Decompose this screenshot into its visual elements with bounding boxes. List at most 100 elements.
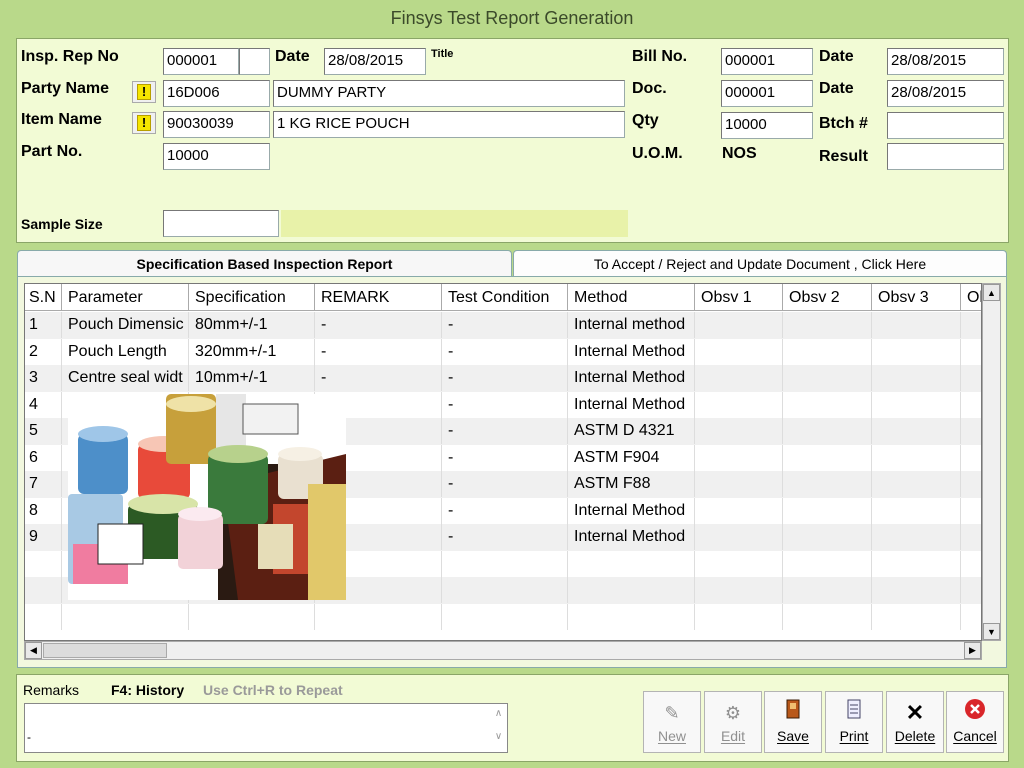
cell-observation[interactable] [695,365,783,391]
cell-remark[interactable]: - [315,365,442,391]
cell-remark[interactable]: - [315,338,442,365]
scroll-up-icon[interactable]: ∧ [490,708,507,719]
cell-observation[interactable] [872,391,961,418]
cell-sn[interactable]: 5 [25,418,62,444]
cell-observation[interactable] [872,603,961,630]
insp-rep-no-field[interactable]: 000001 [163,48,239,75]
cell-observation[interactable] [961,339,981,365]
cell-observation[interactable] [872,471,961,497]
cell-observation[interactable] [695,391,783,418]
bill-date-field[interactable]: 28/08/2015 [887,48,1004,75]
btch-field[interactable] [887,112,1004,139]
cell-method[interactable]: ASTM F904 [568,444,695,471]
cell-sn[interactable] [25,550,62,577]
cell-observation[interactable] [783,550,872,577]
cell-observation[interactable] [783,471,872,497]
cell-observation[interactable] [872,550,961,577]
table-row[interactable]: 3 Centre seal widt 10mm+/-1- - Internal Meth… [25,365,981,392]
insp-rep-no-suffix-field[interactable] [239,48,270,75]
cell-observation[interactable] [695,312,783,338]
cell-method[interactable]: ASTM F88 [568,471,695,497]
edit-button[interactable]: ⚙ Edit [704,691,762,753]
cell-cond[interactable] [442,577,568,603]
cell-method[interactable]: Internal Method [568,338,695,365]
cell-cond[interactable]: - [442,338,568,365]
scroll-down-icon[interactable]: ▼ [983,623,1000,640]
cell-observation[interactable] [783,524,872,550]
cell-observation[interactable] [783,577,872,603]
save-button[interactable]: Save [764,691,822,753]
scroll-right-icon[interactable]: ▶ [964,642,981,659]
column-header-obsv3[interactable]: Obsv 3 [872,284,961,311]
column-header-obsv1[interactable]: Obsv 1 [695,284,783,311]
party-name-field[interactable]: DUMMY PARTY [273,80,625,107]
column-header-sn[interactable]: S.N [25,284,62,311]
cell-cond[interactable] [442,550,568,577]
cell-observation[interactable] [961,418,981,444]
cell-method[interactable]: Internal Method [568,497,695,524]
cell-observation[interactable] [872,444,961,471]
cell-observation[interactable] [783,497,872,524]
cell-observation[interactable] [961,445,981,471]
date-field[interactable]: 28/08/2015 [324,48,426,75]
item-lookup-button[interactable]: ! [132,112,156,134]
cell-observation[interactable] [872,497,961,524]
sample-size-field[interactable] [163,210,279,237]
cell-method[interactable] [568,577,695,603]
cell-method[interactable] [568,603,695,630]
cell-observation[interactable] [961,365,981,391]
horizontal-scroll-thumb[interactable] [43,643,167,658]
column-header-obsv2[interactable]: Obsv 2 [783,284,872,311]
cell-method[interactable] [568,550,695,577]
cell-observation[interactable] [961,471,981,497]
doc-field[interactable]: 000001 [721,80,813,107]
table-row[interactable]: 1 Pouch Dimensic 80mm+/-1- - Internal method [25,312,981,339]
cell-cond[interactable] [442,603,568,630]
cell-sn[interactable] [25,577,62,603]
cell-cond[interactable]: - [442,418,568,444]
remarks-scrollbar[interactable]: ∧ ∨ [490,704,507,752]
cell-observation[interactable] [695,444,783,471]
column-header-remark[interactable]: REMARK [315,284,442,311]
cell-observation[interactable] [695,577,783,603]
cell-observation[interactable] [872,338,961,365]
cell-observation[interactable] [961,312,981,338]
cell-observation[interactable] [961,524,981,550]
tab-accept-reject[interactable]: To Accept / Reject and Update Document ,… [513,250,1007,278]
cell-sn[interactable]: 7 [25,471,62,497]
cell-sn[interactable]: 3 [25,365,62,391]
cell-observation[interactable] [872,312,961,338]
cancel-button[interactable]: Cancel [946,691,1004,753]
cell-observation[interactable] [695,338,783,365]
cell-observation[interactable] [695,603,783,630]
cell-param[interactable]: Pouch Dimensic [62,312,189,338]
result-field[interactable] [887,143,1004,170]
cell-remark[interactable] [315,603,442,630]
grid-vertical-scrollbar[interactable]: ▲ ▼ [982,283,1001,641]
remarks-textarea[interactable]: - ∧ ∨ [24,703,508,753]
cell-spec[interactable]: 80mm+/-1 [189,312,315,338]
cell-method[interactable]: Internal method [568,312,695,338]
cell-method[interactable]: Internal Method [568,391,695,418]
qty-field[interactable]: 10000 [721,112,813,139]
cell-observation[interactable] [961,604,981,630]
cell-observation[interactable] [872,418,961,444]
item-code-field[interactable]: 90030039 [163,111,270,138]
cell-cond[interactable]: - [442,444,568,471]
cell-cond[interactable]: - [442,524,568,550]
cell-spec[interactable] [189,603,315,630]
cell-cond[interactable]: - [442,497,568,524]
new-button[interactable]: ✎ New [643,691,701,753]
cell-param[interactable]: Centre seal widt [62,365,189,391]
cell-observation[interactable] [783,338,872,365]
cell-sn[interactable]: 4 [25,391,62,418]
bill-no-field[interactable]: 000001 [721,48,813,75]
cell-observation[interactable] [961,577,981,603]
column-header-specification[interactable]: Specification [189,284,315,311]
doc-date-field[interactable]: 28/08/2015 [887,80,1004,107]
cell-observation[interactable] [961,551,981,577]
cell-cond[interactable]: - [442,391,568,418]
cell-param[interactable] [62,603,189,630]
cell-observation[interactable] [695,524,783,550]
scroll-down-icon[interactable]: ∨ [490,731,507,742]
